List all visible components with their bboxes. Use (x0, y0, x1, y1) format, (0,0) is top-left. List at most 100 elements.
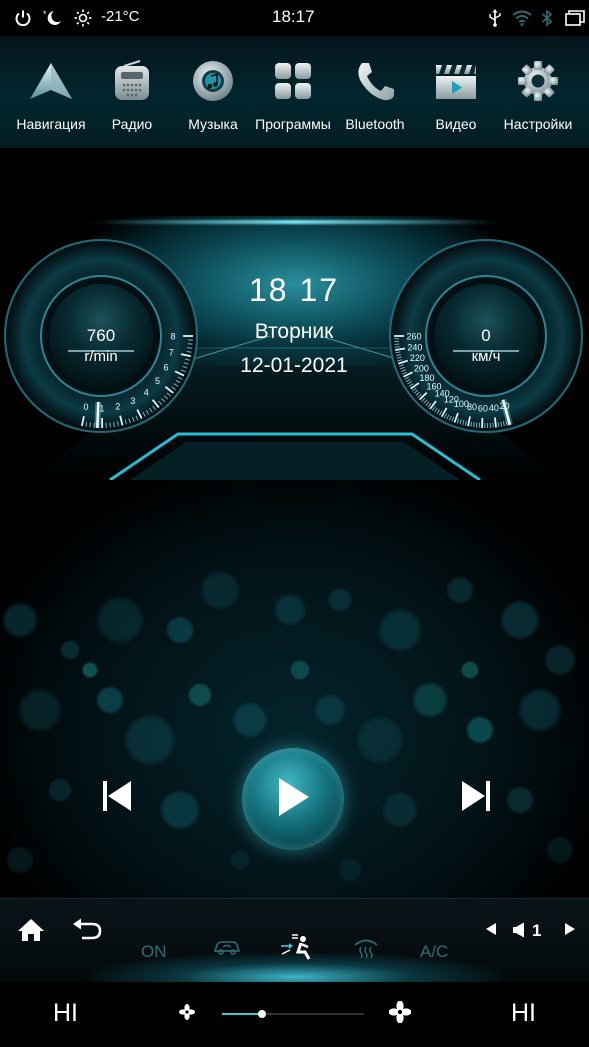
app-programs[interactable]: Программы (250, 58, 336, 142)
bokeh-dot (290, 660, 310, 680)
fan-speed-thumb[interactable] (257, 1010, 266, 1018)
app-label: Программы (255, 116, 331, 132)
tachometer-tick (89, 422, 92, 428)
back-button[interactable] (70, 917, 104, 947)
car-recirculation-icon (212, 937, 242, 962)
back-arrow-icon (72, 918, 102, 947)
ac-button[interactable]: A/C (420, 942, 448, 962)
bokeh-dot (230, 850, 250, 870)
app-label: Bluetooth (345, 116, 405, 132)
recent-apps-icon[interactable] (564, 8, 586, 28)
app-navigation[interactable]: Навигация (8, 58, 94, 142)
right-temperature[interactable]: HI (511, 999, 536, 1028)
triangle-right-icon (564, 922, 576, 941)
music-icon (190, 58, 236, 104)
airflow-mode-button[interactable] (278, 933, 316, 963)
tachometer-needle (94, 401, 102, 429)
apps-grid-icon (270, 58, 316, 104)
video-icon (433, 58, 479, 104)
volume-icon (510, 920, 528, 940)
bokeh-dot (18, 688, 62, 732)
bokeh-dot (2, 602, 38, 638)
svg-text:*: * (43, 9, 47, 19)
rpm-unit: r/min (84, 348, 118, 365)
left-temperature[interactable]: HI (53, 999, 78, 1028)
tachometer-tick (109, 422, 111, 428)
dashboard-graphics: 012345678 204060801001201401601802002202… (4, 239, 583, 480)
speedometer-tick (494, 417, 497, 428)
speed-value: 0 (481, 326, 491, 345)
home-button[interactable] (14, 917, 48, 947)
play-icon (275, 776, 311, 823)
app-video[interactable]: Видео (413, 58, 499, 142)
bokeh-dot (166, 616, 194, 644)
defrost-icon (352, 935, 380, 964)
app-label: Настройки (503, 116, 573, 132)
speedometer-tick-label: 200 (414, 363, 429, 373)
tachometer-tick-label: 6 (163, 362, 168, 372)
gear-icon (515, 58, 561, 104)
speedometer-tick (475, 422, 478, 428)
bokeh-dot (412, 682, 448, 718)
tachometer-tick-label: 5 (155, 376, 160, 386)
fan-speed-fill (222, 1013, 262, 1015)
power-icon[interactable] (12, 8, 34, 28)
rpm-value: 760 (86, 326, 116, 345)
bokeh-dot (466, 716, 494, 744)
bokeh-dot (6, 846, 34, 874)
app-settings[interactable]: Настройки (495, 58, 581, 142)
brightness-icon[interactable] (72, 8, 94, 28)
dashboard-time: 18 17 (248, 272, 340, 308)
speedometer-tick-label: 260 (406, 332, 421, 342)
bokeh-dot (124, 714, 176, 766)
speedometer-tick-label: 220 (410, 353, 425, 363)
night-mode-icon[interactable]: * (42, 8, 64, 28)
seat-airflow-icon (279, 932, 315, 965)
skip-previous-icon (102, 780, 132, 817)
bokeh-dot (274, 594, 306, 626)
fan-speed-slider[interactable] (222, 1010, 364, 1018)
app-bluetooth[interactable]: Bluetooth (332, 58, 418, 142)
previous-track-button[interactable] (97, 778, 137, 818)
bokeh-dot (232, 702, 268, 738)
app-music[interactable]: Музыка (170, 58, 256, 142)
bokeh-dot (160, 790, 200, 830)
bokeh-dot (328, 588, 352, 612)
status-bar: * -21°C 18:17 (0, 0, 589, 36)
tachometer-needle-line (96, 401, 100, 428)
skip-next-icon (461, 780, 491, 817)
bokeh-dot (314, 694, 346, 726)
fan-high-icon[interactable] (388, 1000, 412, 1024)
bluetooth-icon (539, 8, 555, 28)
media-player (0, 480, 589, 898)
phone-icon (352, 58, 398, 104)
bokeh-dot (518, 688, 562, 732)
rear-defrost-button[interactable] (350, 935, 382, 963)
tachometer-tick-label: 0 (84, 402, 89, 412)
speedometer-tick (394, 346, 400, 348)
speedometer-tick (473, 422, 475, 428)
climate-on-button[interactable]: ON (141, 942, 167, 962)
fan-low-icon[interactable] (177, 1002, 197, 1022)
volume-up-button[interactable] (560, 921, 580, 941)
home-icon (17, 918, 45, 947)
tachometer-tick-label: 8 (170, 332, 175, 342)
bokeh-dot (461, 661, 479, 679)
usb-icon (486, 8, 504, 28)
bokeh-dot (544, 644, 576, 676)
dashboard-widget[interactable]: 012345678 204060801001201401601802002202… (0, 148, 589, 480)
air-recirculation-button[interactable] (210, 937, 244, 961)
bokeh-dot (48, 778, 72, 802)
bokeh-dot (96, 686, 124, 714)
dashboard-day: Вторник (254, 320, 334, 343)
bokeh-dot (60, 640, 80, 660)
bokeh-dot (500, 600, 540, 640)
play-button[interactable] (242, 748, 344, 850)
bokeh-dot (188, 683, 212, 707)
bokeh-dot (82, 662, 98, 678)
navigation-icon (28, 58, 74, 104)
next-track-button[interactable] (456, 778, 496, 818)
app-radio[interactable]: Радио (89, 58, 175, 142)
volume-down-button[interactable] (481, 921, 501, 941)
app-label: Музыка (188, 116, 238, 132)
